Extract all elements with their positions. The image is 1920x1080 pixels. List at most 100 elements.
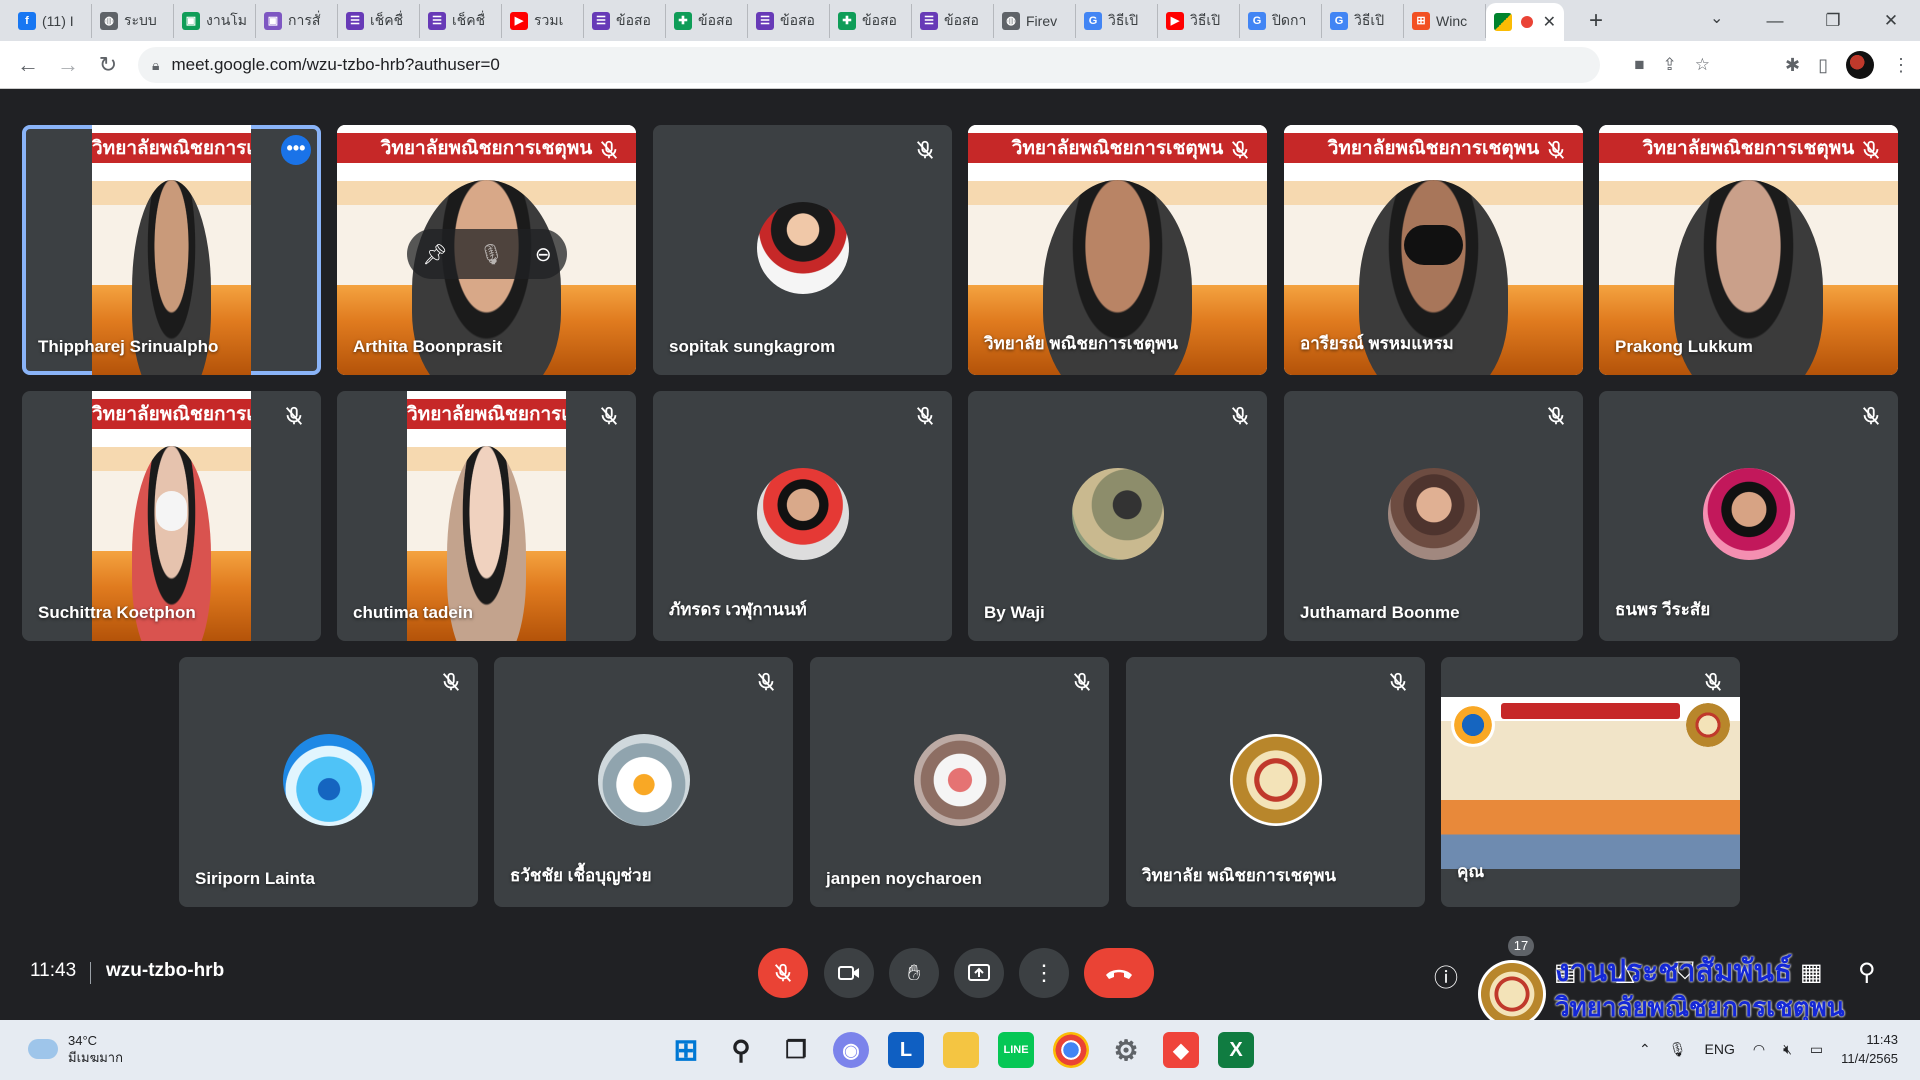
battery-icon[interactable]: ▭ (1810, 1041, 1823, 1058)
meeting-info-icon[interactable]: ⓘ (1434, 958, 1458, 993)
clock-date[interactable]: 11:43 11/4/2565 (1841, 1030, 1898, 1068)
browser-tab-active-meet[interactable]: ✕ (1486, 3, 1564, 41)
participant-tile[interactable]: วิทยาลัยพณิชยการเชตุพน อารียรณ์ พรหมแหรม (1284, 125, 1583, 375)
camera-button[interactable] (824, 948, 874, 998)
browser-tab[interactable]: G วิธีเปิ (1076, 3, 1158, 38)
browser-tab[interactable]: ▶ วิธีเปิ (1158, 3, 1240, 38)
teams-chat-icon[interactable]: ◉ (833, 1032, 869, 1068)
google-forms-icon: ☰ (920, 11, 938, 30)
raise-hand-button[interactable]: ✋︎ (889, 948, 939, 998)
browser-tab[interactable]: ▶ รวมเ (502, 3, 584, 38)
browser-toolbar: ← → ↻ 🔒︎ meet.google.com/wzu-tzbo-hrb?au… (0, 41, 1920, 89)
menu-kebab-icon[interactable]: ⋮ (1892, 55, 1910, 76)
participant-tile[interactable]: วิทยาลัย พณิชยการเชตุพน (1126, 657, 1425, 907)
camera-icon (838, 966, 859, 980)
browser-tab[interactable]: ☰ ข้อสอ (912, 3, 994, 38)
line-messenger-icon[interactable]: LINE (998, 1032, 1034, 1068)
minimize-icon[interactable]: — (1746, 0, 1804, 41)
banner-title: วิทยาลัยพณิชยการเชตุพน (1599, 133, 1898, 163)
tab-title: Winc (1436, 12, 1468, 29)
participant-tile[interactable]: sopitak sungkagrom (653, 125, 952, 375)
browser-tab[interactable]: ⊞ Winc (1404, 3, 1486, 38)
participant-name: อารียรณ์ พรหมแหรม (1300, 334, 1454, 353)
browser-tab[interactable]: ▣ งานโม (174, 3, 256, 38)
browser-tab[interactable]: G ปิดกา (1240, 3, 1322, 38)
browser-tab[interactable]: ☰ เช็คชื่ (338, 3, 420, 38)
browser-tab[interactable]: ◍ ระบบ (92, 3, 174, 38)
forward-icon[interactable]: → (48, 45, 88, 85)
back-icon[interactable]: ← (8, 45, 48, 85)
participant-tile[interactable]: Siriporn Lainta (179, 657, 478, 907)
browser-tab[interactable]: ☰ ข้อสอ (584, 3, 666, 38)
side-panel-icon[interactable]: ▯ (1818, 55, 1828, 76)
participant-tile[interactable]: janpen noycharoen (810, 657, 1109, 907)
remove-participant-icon[interactable]: ⊖ (535, 242, 552, 267)
mic-muted-icon (757, 672, 775, 691)
anydesk-icon[interactable]: ◆ (1163, 1032, 1199, 1068)
language-indicator[interactable]: ENG (1705, 1041, 1735, 1057)
address-bar[interactable]: 🔒︎ meet.google.com/wzu-tzbo-hrb?authuser… (138, 47, 1600, 83)
speaker-muted-icon[interactable]: 🔇︎ (1783, 1041, 1792, 1058)
participant-tile[interactable]: ภัทรดร เวฬุกานนท์ (653, 391, 952, 641)
reload-icon[interactable]: ↻ (88, 45, 128, 85)
participant-tile[interactable]: By Waji (968, 391, 1267, 641)
tab-title: การสั่ (288, 11, 321, 28)
settings-gear-icon[interactable]: ⚙ (1108, 1032, 1144, 1068)
mic-settings-icon[interactable]: ⚲ (1858, 958, 1876, 987)
extensions-icon[interactable]: ✱ (1785, 55, 1800, 76)
participant-tile[interactable]: ธวัชชัย เชื้อบุญช่วย (494, 657, 793, 907)
hand-icon: ✋︎ (907, 960, 921, 985)
browser-tab[interactable]: ▣ การสั่ (256, 3, 338, 38)
file-explorer-icon[interactable] (943, 1032, 979, 1068)
maximize-icon[interactable]: ❐ (1804, 0, 1862, 41)
microphone-off-button[interactable] (758, 948, 808, 998)
participant-tile[interactable]: วิทยาลัยพณิชยการเชตุพน chutima tadein (337, 391, 636, 641)
start-icon[interactable]: ⊞ (668, 1032, 704, 1068)
participant-tile[interactable]: ธนพร วีระสัย (1599, 391, 1898, 641)
leave-call-button[interactable] (1084, 948, 1154, 998)
participant-tile[interactable]: Juthamard Boonme (1284, 391, 1583, 641)
camera-permission-icon[interactable]: ■ (1634, 55, 1644, 75)
profile-avatar[interactable] (1846, 51, 1874, 79)
close-tab-icon[interactable]: ✕ (1543, 12, 1556, 32)
search-icon[interactable]: ⚲ (723, 1032, 759, 1068)
microphone-tray-icon[interactable]: 🎙︎ (1669, 1041, 1687, 1058)
browser-tab[interactable]: ✚ ข้อสอ (666, 3, 748, 38)
tab-search-icon[interactable]: ⌄ (1710, 8, 1724, 28)
participant-tile[interactable]: วิทยาลัยพณิชยการเชตุพน Prakong Lukkum (1599, 125, 1898, 375)
browser-tab[interactable]: ☰ เช็คชื่ (420, 3, 502, 38)
participant-tile[interactable]: คุณ (1441, 657, 1740, 907)
close-window-icon[interactable]: ✕ (1862, 0, 1920, 41)
wifi-icon[interactable]: ◠ (1753, 1041, 1765, 1058)
google-icon: G (1330, 11, 1348, 30)
tile-more-options-icon[interactable]: ••• (281, 135, 311, 165)
weather-widget[interactable]: 34°C มีเมฆมาก (28, 1032, 123, 1066)
mic-muted-icon (600, 406, 618, 425)
bookmark-star-icon[interactable]: ☆ (1695, 55, 1710, 75)
present-icon (968, 964, 990, 981)
pin-icon[interactable]: 📌︎ (422, 242, 447, 267)
present-screen-button[interactable] (954, 948, 1004, 998)
participant-tile[interactable]: วิทยาลัยพณิชยการเชตุพน ••• Thippharej Srin… (22, 125, 321, 375)
show-hidden-icons-chevron-icon[interactable]: ⌃ (1639, 1041, 1651, 1058)
browser-tab[interactable]: ✚ ข้อสอ (830, 3, 912, 38)
browser-tab[interactable]: ◍ Firev (994, 3, 1076, 38)
watermark-line1: งานประชาสัมพันธ์ (1555, 954, 1793, 989)
browser-tab[interactable]: f (11) I (10, 3, 92, 38)
weather-temperature: 34°C (68, 1033, 98, 1048)
browser-tab[interactable]: ☰ ข้อสอ (748, 3, 830, 38)
participant-tile[interactable]: วิทยาลัยพณิชยการเชตุพน Suchittra Koetphon (22, 391, 321, 641)
excel-icon[interactable]: X (1218, 1032, 1254, 1068)
chrome-icon[interactable] (1053, 1032, 1089, 1068)
more-options-button[interactable]: ⋮ (1019, 948, 1069, 998)
participant-tile[interactable]: วิทยาลัยพณิชยการเชตุพน วิทยาลัย พณิชยการเ… (968, 125, 1267, 375)
participant-tile[interactable]: วิทยาลัยพณิชยการเชตุพน 📌︎ 🎙︎ ⊖ Arthita Boonp… (337, 125, 636, 375)
mute-participant-icon[interactable]: 🎙︎ (479, 242, 504, 267)
task-view-icon[interactable]: ❐ (778, 1032, 814, 1068)
browser-tab[interactable]: G วิธีเปิ (1322, 3, 1404, 38)
new-tab-icon[interactable]: + (1578, 3, 1614, 39)
youtube-icon: ▶ (510, 11, 528, 30)
line-app-icon[interactable]: L (888, 1032, 924, 1068)
poster-logo-right (1686, 703, 1730, 747)
share-icon[interactable]: ⇪ (1663, 55, 1677, 75)
